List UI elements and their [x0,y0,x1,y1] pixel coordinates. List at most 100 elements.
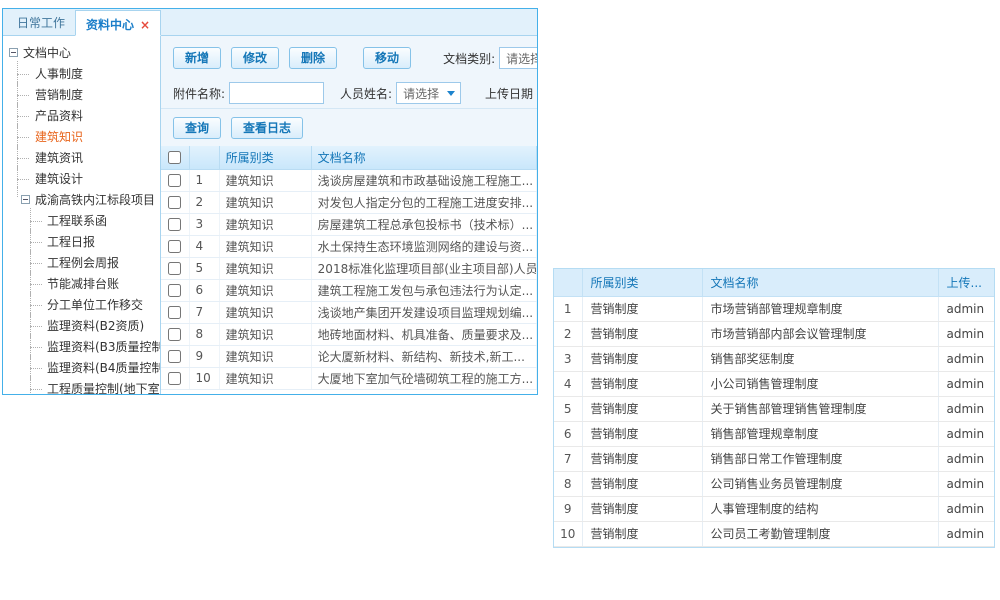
table-row[interactable]: 3 营销制度 销售部奖惩制度 admin [554,346,994,371]
row-uploader: admin [938,521,994,546]
table-row[interactable]: 2 建筑知识 对发包人指定分包的工程施工进度安排... [161,191,537,213]
tree-item-construction-news[interactable]: 建筑资讯 [7,147,158,168]
tab-daily-work[interactable]: 日常工作 [7,9,75,35]
tree-item-energy-ledger[interactable]: 节能减排台账 [7,273,158,294]
table-row[interactable]: 7 建筑知识 浅谈地产集团开发建设项目监理规划编... [161,301,537,323]
table-row[interactable]: 5 营销制度 关于销售部管理销售管理制度 admin [554,396,994,421]
row-checkbox[interactable] [168,284,181,297]
tree-item-work-handover[interactable]: 分工单位工作移交 [7,294,158,315]
row-doc-name: 市场营销部内部会议管理制度 [702,321,938,346]
toolbar-row: 新增 修改 删除 移动 文档类别: 请选择 文档 [173,45,537,71]
row-checkbox[interactable] [168,240,181,253]
table-row[interactable]: 5 建筑知识 2018标准化监理项目部(业主项目部)人员... [161,257,537,279]
tree-item-weekly-report[interactable]: 工程例会周报 [7,252,158,273]
table-row[interactable]: 4 建筑知识 水土保持生态环境监测网络的建设与资... [161,235,537,257]
tab-label: 日常工作 [17,16,65,30]
row-doc-name: 人事管理制度的结构 [702,496,938,521]
add-button[interactable]: 新增 [173,47,221,69]
tree-item-label: 建筑知识 [35,130,83,144]
tree-node-label: 文档中心 [23,44,71,61]
delete-button[interactable]: 删除 [289,47,337,69]
row-checkbox[interactable] [168,218,181,231]
table-row[interactable]: 1 建筑知识 浅谈房屋建筑和市政基础设施工程施工... [161,169,537,191]
row-checkbox-cell [161,279,189,301]
table-row[interactable]: 9 建筑知识 论大厦新材料、新结构、新技术,新工... [161,345,537,367]
tree-item-contact-letter[interactable]: 工程联系函 [7,210,158,231]
row-checkbox[interactable] [168,262,181,275]
person-name-select[interactable]: 请选择 [396,82,461,104]
row-checkbox[interactable] [168,196,181,209]
collapse-icon[interactable] [21,195,30,204]
doc-category-label: 文档类别: [443,50,495,67]
row-doc-name: 论大厦新材料、新结构、新技术,新工... [311,345,536,367]
marketing-docs-table: 所属别类 文档名称 上传... 1 营销制度 市场营销部管理规章制度 admin… [554,269,995,547]
tree-item-marketing[interactable]: 营销制度 [7,84,158,105]
tree-item-construction-knowledge-selected[interactable]: 建筑知识 [7,126,158,147]
tree-item-construction-design[interactable]: 建筑设计 [7,168,158,189]
table-row[interactable]: 9 营销制度 人事管理制度的结构 admin [554,496,994,521]
tree-item-daily-report[interactable]: 工程日报 [7,231,158,252]
row-checkbox[interactable] [168,328,181,341]
row-category: 营销制度 [582,321,702,346]
row-checkbox[interactable] [168,174,181,187]
tree-item-hr[interactable]: 人事制度 [7,63,158,84]
row-seq: 5 [554,396,582,421]
row-checkbox-cell [161,213,189,235]
row-category: 营销制度 [582,346,702,371]
row-category: 营销制度 [582,471,702,496]
upload-date-label: 上传日期 [485,85,533,102]
row-category: 营销制度 [582,396,702,421]
tree-item-supervision-b3[interactable]: 监理资料(B3质量控制) [7,336,158,357]
row-doc-name: 小公司销售管理制度 [702,371,938,396]
table-row[interactable]: 1 营销制度 市场营销部管理规章制度 admin [554,296,994,321]
row-doc-name: 浅谈地产集团开发建设项目监理规划编... [311,301,536,323]
collapse-icon[interactable] [9,48,18,57]
table-row[interactable]: 4 营销制度 小公司销售管理制度 admin [554,371,994,396]
tree-node-rail-project[interactable]: 成渝高铁内江标段项目 [7,189,158,210]
select-value: 请选择 [506,50,537,67]
doc-category-select[interactable]: 请选择 [499,47,537,69]
tree-item-supervision-b4[interactable]: 监理资料(B4质量控制) [7,357,158,378]
table-row[interactable]: 8 建筑知识 地砖地面材料、机具准备、质量要求及... [161,323,537,345]
row-checkbox[interactable] [168,350,181,363]
table-row[interactable]: 10 建筑知识 大厦地下室加气砼墙砌筑工程的施工方... [161,367,537,389]
row-seq: 7 [554,446,582,471]
row-doc-name: 大厦地下室加气砼墙砌筑工程的施工方... [311,367,536,389]
row-doc-name: 水土保持生态环境监测网络的建设与资... [311,235,536,257]
table-row[interactable]: 3 建筑知识 房屋建筑工程总承包投标书（技术标）... [161,213,537,235]
row-checkbox[interactable] [168,306,181,319]
tab-bar: 日常工作 资料中心× [3,9,537,36]
doc-name-header: 文档名称 [702,269,938,296]
tree-item-label: 工程日报 [47,235,95,249]
row-uploader: admin [938,396,994,421]
table-row[interactable]: 10 营销制度 公司员工考勤管理制度 admin [554,521,994,546]
tree-item-quality-basement[interactable]: 工程质量控制(地下室) [7,378,158,394]
tree-item-supervision-b2[interactable]: 监理资料(B2资质) [7,315,158,336]
row-seq: 3 [189,213,219,235]
row-checkbox[interactable] [168,372,181,385]
tree-item-label: 人事制度 [35,67,83,81]
row-doc-name: 对发包人指定分包的工程施工进度安排... [311,191,536,213]
table-row[interactable]: 6 营销制度 销售部管理规章制度 admin [554,421,994,446]
table-header-row: 所属别类 文档名称 [161,146,537,169]
tab-data-center[interactable]: 资料中心× [75,10,161,36]
marketing-docs-panel: 所属别类 文档名称 上传... 1 营销制度 市场营销部管理规章制度 admin… [553,268,995,548]
row-seq: 8 [189,323,219,345]
filter-row: 附件名称: 人员姓名: 请选择 上传日期 [173,80,537,106]
row-category: 营销制度 [582,446,702,471]
view-log-button[interactable]: 查看日志 [231,117,303,139]
row-doc-name: 公司销售业务员管理制度 [702,471,938,496]
close-icon[interactable]: × [140,18,150,32]
modify-button[interactable]: 修改 [231,47,279,69]
tree-node-document-center[interactable]: 文档中心 [7,42,158,63]
select-all-checkbox[interactable] [168,151,181,164]
table-row[interactable]: 7 营销制度 销售部日常工作管理制度 admin [554,446,994,471]
query-button[interactable]: 查询 [173,117,221,139]
tree-item-product[interactable]: 产品资料 [7,105,158,126]
table-row[interactable]: 8 营销制度 公司销售业务员管理制度 admin [554,471,994,496]
row-seq: 8 [554,471,582,496]
attachment-name-input[interactable] [229,82,324,104]
table-row[interactable]: 2 营销制度 市场营销部内部会议管理制度 admin [554,321,994,346]
table-row[interactable]: 6 建筑知识 建筑工程施工发包与承包违法行为认定... [161,279,537,301]
move-button[interactable]: 移动 [363,47,411,69]
